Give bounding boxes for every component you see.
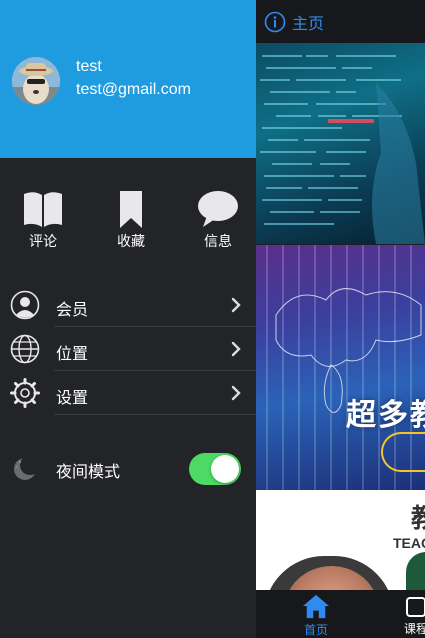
bottom-tab-bar: 首页 课程 [256, 590, 425, 638]
menu-item-membership-label: 会员 [56, 302, 89, 319]
night-mode-toggle[interactable] [189, 453, 241, 485]
quick-action-messages[interactable]: 信息 [188, 190, 248, 251]
page-title: 主页 [292, 15, 325, 33]
gear-icon [10, 378, 40, 408]
quick-actions: 评论 收藏 信息 [0, 190, 256, 252]
drawer-header: test test@gmail.com [0, 0, 256, 158]
quick-action-favorites[interactable]: 收藏 [101, 190, 161, 251]
banner-headline: 超多教 [346, 399, 425, 432]
main-page: 主页 超多 教 TEA 首页 课程 [256, 0, 425, 638]
chevron-right-icon [231, 341, 241, 357]
quick-action-messages-label: 信息 [204, 233, 232, 249]
teacher-photo-2[interactable] [406, 552, 425, 590]
moon-icon [14, 455, 40, 480]
square-icon [406, 597, 425, 617]
banner-image-code[interactable] [256, 43, 425, 244]
info-icon[interactable] [264, 11, 286, 33]
tab-home[interactable]: 首页 [294, 590, 338, 638]
menu-item-location[interactable]: 位置 [0, 327, 256, 371]
user-name: test [76, 58, 102, 75]
chat-bubble-icon [198, 191, 238, 227]
tab-home-label: 首页 [303, 623, 328, 637]
menu-item-membership[interactable]: 会员 [0, 283, 256, 327]
tab-course-label: 课程 [403, 622, 425, 636]
banner-image-world[interactable]: 超多教 [256, 245, 425, 490]
teacher-section: 教 TEAC [256, 490, 425, 590]
chevron-right-icon [231, 297, 241, 313]
quick-action-comments-label: 评论 [29, 233, 57, 249]
book-icon [24, 192, 62, 227]
divider [54, 414, 256, 415]
bookmark-icon [120, 191, 142, 228]
menu-item-settings-label: 设置 [56, 390, 89, 407]
tab-course[interactable]: 课程 [396, 590, 425, 638]
globe-icon [10, 334, 40, 364]
night-mode-label: 夜间模式 [56, 464, 121, 481]
user-icon [10, 290, 40, 320]
quick-action-comments[interactable]: 评论 [13, 190, 73, 251]
avatar[interactable] [12, 57, 60, 105]
menu-item-location-label: 位置 [56, 346, 89, 363]
teacher-photo[interactable] [264, 556, 394, 590]
quick-action-favorites-label: 收藏 [117, 233, 145, 249]
home-icon [303, 594, 329, 619]
menu-item-settings[interactable]: 设置 [0, 371, 256, 415]
top-bar: 主页 [256, 0, 425, 43]
side-drawer: test test@gmail.com 评论 收藏 信息 会员 位置 设置 夜间… [0, 0, 256, 638]
banner-cta-button[interactable] [381, 432, 425, 472]
section-subtitle: TEAC [393, 535, 425, 551]
section-title: 教 [411, 503, 425, 533]
toggle-knob [211, 455, 239, 483]
chevron-right-icon [231, 385, 241, 401]
user-email: test@gmail.com [76, 81, 191, 98]
